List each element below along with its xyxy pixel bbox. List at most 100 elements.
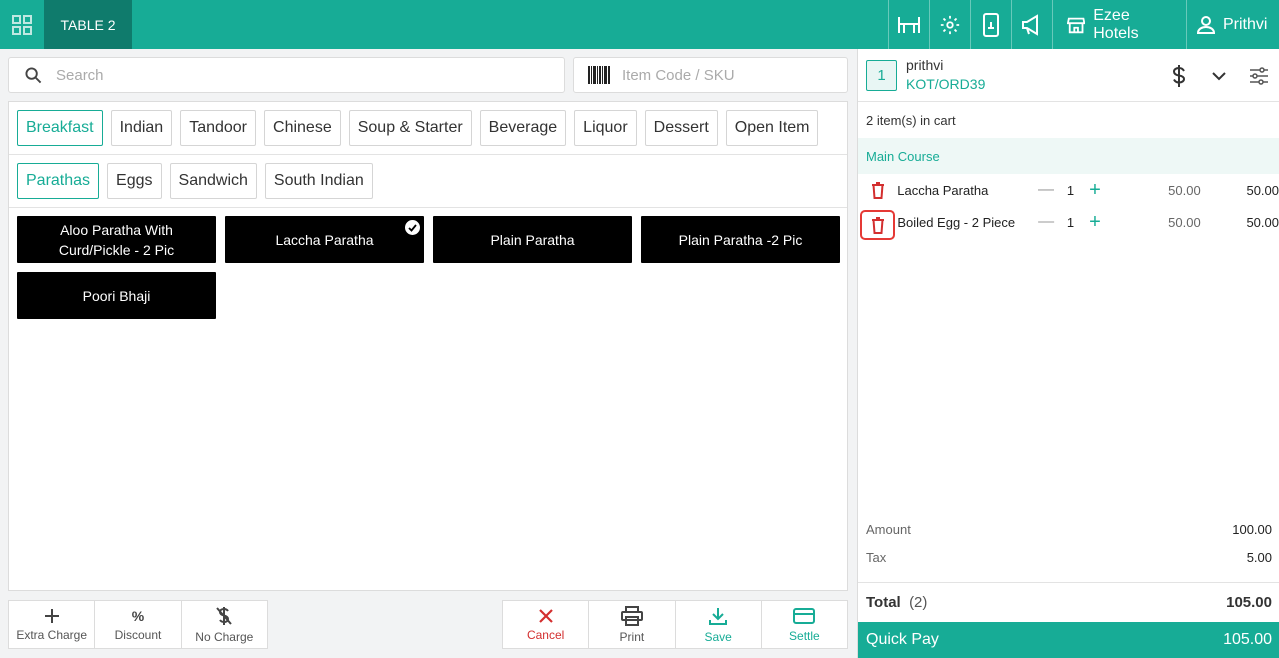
- sku-input[interactable]: [622, 66, 830, 84]
- tax-row: Tax 5.00: [858, 543, 1279, 571]
- percent-icon: %: [131, 607, 145, 624]
- settle-button[interactable]: Settle: [762, 601, 847, 648]
- subcategory-row: Parathas Eggs Sandwich South Indian: [9, 155, 847, 208]
- charge-toolbar: Extra Charge % Discount No Charge: [8, 600, 268, 649]
- settle-label: Settle: [789, 628, 820, 643]
- settings-icon: [940, 15, 960, 34]
- cart-line-rate: 50.00: [1168, 182, 1201, 198]
- save-button[interactable]: Save: [676, 601, 762, 648]
- filter-button[interactable]: [1239, 66, 1279, 86]
- category-chip[interactable]: Beverage: [479, 110, 567, 146]
- items-grid: Aloo Paratha With Curd/Pickle - 2 Pic Lac…: [9, 208, 847, 327]
- menu-item-name: Plain Paratha -2 Pic: [678, 231, 803, 248]
- amount-row: Amount 100.00: [858, 515, 1279, 543]
- subcategory-chip[interactable]: South Indian: [264, 163, 373, 199]
- guest-count-badge[interactable]: 1: [866, 59, 897, 91]
- cart-line: Boiled Egg - 2 Piece — 1 +50.00 50.00: [858, 206, 1279, 240]
- close-icon: [538, 608, 553, 623]
- download-icon: [709, 607, 728, 625]
- menu-panel: Breakfast Indian Tandoor Chinese Soup & Star…: [8, 101, 848, 591]
- no-charge-button[interactable]: No Charge: [182, 601, 267, 648]
- total-label: Total: [866, 594, 901, 611]
- no-charge-label: No Charge: [195, 629, 254, 644]
- category-chip[interactable]: Indian: [110, 110, 173, 146]
- category-row: Breakfast Indian Tandoor Chinese Soup & Star…: [9, 102, 847, 155]
- table-tab[interactable]: TABLE 2: [44, 0, 132, 49]
- total-row: Total (2) 105.00: [858, 582, 1279, 622]
- grid-icon: [12, 14, 32, 35]
- qty-increase-button[interactable]: +: [1083, 179, 1107, 202]
- menu-item-tile[interactable]: Aloo Paratha With Curd/Pickle - 2 Pic: [17, 216, 216, 263]
- category-chip[interactable]: Dessert: [644, 110, 718, 146]
- check-icon: [405, 220, 420, 235]
- search-icon: [25, 66, 42, 83]
- category-chip[interactable]: Tandoor: [180, 110, 257, 146]
- trash-icon: [871, 181, 885, 199]
- subcategory-chip[interactable]: Eggs: [107, 163, 162, 199]
- menu-item-tile[interactable]: Laccha Paratha: [225, 216, 424, 263]
- dollar-icon: [1172, 64, 1186, 87]
- top-bar: TABLE 2 Ezee Hotels Prithvi: [0, 0, 1279, 49]
- cart-line-total: 50.00: [1246, 182, 1279, 198]
- save-label: Save: [704, 629, 732, 644]
- subcategory-chip[interactable]: Sandwich: [169, 163, 257, 199]
- category-chip[interactable]: Liquor: [574, 110, 637, 146]
- user-icon: [1197, 15, 1215, 34]
- tax-value: 5.00: [1246, 549, 1272, 565]
- total-label-group: Total (2): [866, 594, 927, 611]
- category-chip[interactable]: Open Item: [725, 110, 819, 146]
- category-chip[interactable]: Soup & Starter: [348, 110, 472, 146]
- hotel-selector[interactable]: Ezee Hotels: [1052, 0, 1186, 49]
- announcement-button[interactable]: [1011, 0, 1052, 49]
- tax-label: Tax: [866, 549, 887, 565]
- hotel-name: Ezee Hotels: [1093, 6, 1139, 42]
- kot-number[interactable]: KOT/ORD39: [906, 75, 985, 94]
- plus-icon: [44, 608, 59, 623]
- cancel-button[interactable]: Cancel: [503, 601, 590, 648]
- currency-button[interactable]: [1159, 64, 1199, 87]
- quick-pay-amount: 105.00: [1223, 631, 1272, 648]
- menu-item-name: Poori Bhaji: [82, 287, 151, 304]
- extra-charge-label: Extra Charge: [16, 627, 88, 642]
- cart-summary: Amount 100.00 Tax 5.00: [858, 515, 1279, 571]
- category-chip[interactable]: Breakfast: [17, 110, 103, 146]
- qty-increase-button[interactable]: +: [1083, 211, 1106, 234]
- barcode-icon: [588, 66, 610, 84]
- amount-value: 100.00: [1232, 521, 1272, 537]
- delete-line-button[interactable]: [860, 210, 896, 240]
- user-menu[interactable]: Prithvi: [1186, 0, 1279, 49]
- cancel-label: Cancel: [526, 627, 565, 642]
- discount-label: Discount: [114, 627, 162, 642]
- table-icon: [898, 16, 920, 33]
- tables-button[interactable]: [888, 0, 929, 49]
- announcement-icon: [1022, 13, 1038, 36]
- qty-decrease-button[interactable]: —: [1034, 213, 1057, 231]
- grid-menu-button[interactable]: [0, 0, 44, 49]
- delete-line-button[interactable]: [860, 175, 895, 205]
- menu-item-tile[interactable]: Plain Paratha -2 Pic: [641, 216, 840, 263]
- menu-item-tile[interactable]: Plain Paratha: [433, 216, 632, 263]
- cart-line-qty: 1: [1066, 214, 1075, 230]
- menu-item-tile[interactable]: Poori Bhaji: [17, 272, 216, 319]
- cart-line: Laccha Paratha — 1 +50.00 50.00: [858, 174, 1279, 206]
- total-count: (2): [909, 594, 928, 611]
- card-icon: [793, 607, 816, 624]
- discount-button[interactable]: % Discount: [95, 601, 182, 648]
- sku-box: [573, 57, 848, 93]
- guest-info: prithvi KOT/ORD39: [906, 56, 985, 94]
- mobile-order-button[interactable]: [970, 0, 1011, 49]
- total-value: 105.00: [1226, 594, 1272, 611]
- quick-pay-button[interactable]: Quick Pay 105.00: [858, 622, 1279, 658]
- subcategory-chip[interactable]: Parathas: [17, 163, 100, 199]
- print-button[interactable]: Print: [589, 601, 676, 648]
- printer-icon: [620, 605, 643, 626]
- extra-charge-button[interactable]: Extra Charge: [9, 601, 96, 648]
- category-chip[interactable]: Chinese: [264, 110, 341, 146]
- expand-button[interactable]: [1199, 71, 1239, 81]
- qty-decrease-button[interactable]: —: [1034, 181, 1058, 199]
- search-input[interactable]: [56, 66, 488, 84]
- course-header: Main Course: [858, 138, 1279, 174]
- cart-panel: 1 prithvi KOT/ORD39 2 item(s) in cart Ma…: [857, 49, 1279, 658]
- settings-button[interactable]: [929, 0, 970, 49]
- sliders-icon: [1250, 66, 1268, 85]
